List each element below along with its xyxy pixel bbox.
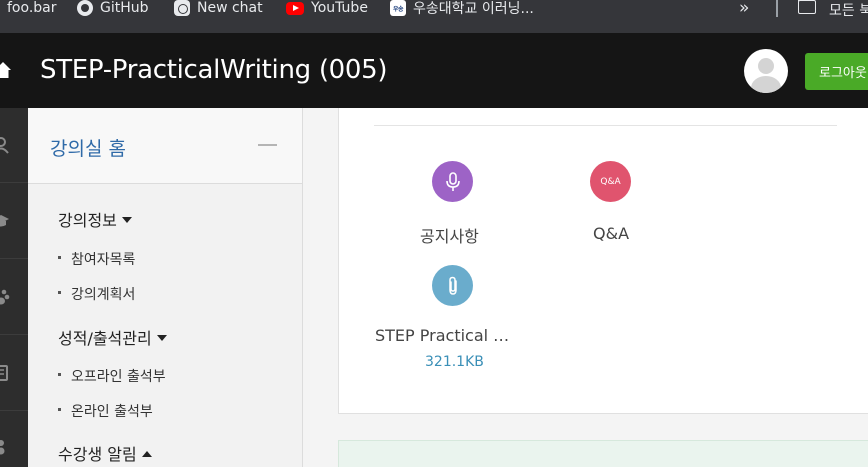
bullet-icon [58, 255, 61, 259]
course-home-link[interactable]: 강의실 홈 [50, 134, 126, 161]
section-grades-attendance[interactable]: 성적/출석관리 [58, 325, 167, 349]
caret-down-icon [156, 334, 167, 341]
sidebar-item-offline-attendance[interactable]: 오프라인 출석부 [58, 366, 166, 386]
site-header: STEP-PracticalWriting (005) 로그아웃 [0, 33, 868, 108]
bookmark-label: GitHub [100, 0, 149, 16]
all-bookmarks-button[interactable]: 모든 북 [829, 0, 868, 20]
file-label[interactable]: STEP Practical … [375, 326, 509, 345]
page-title: STEP-PracticalWriting (005) [40, 55, 388, 85]
avatar[interactable] [744, 49, 788, 93]
bullet-icon [58, 407, 61, 411]
rail-item-community[interactable] [0, 260, 28, 335]
sidebar-item-online-attendance[interactable]: 온라인 출석부 [58, 401, 153, 421]
announcements-label[interactable]: 공지사항 [420, 223, 479, 247]
sidebar-header: 강의실 홈 [28, 108, 302, 184]
bookmark-woosong[interactable]: 우송 우송대학교 이러닝... [390, 0, 534, 17]
next-section-panel [338, 440, 868, 467]
qa-label[interactable]: Q&A [593, 224, 629, 243]
bookmark-youtube[interactable]: YouTube [286, 0, 368, 16]
woosong-icon: 우송 [390, 0, 406, 16]
section-course-info[interactable]: 강의정보 [58, 207, 132, 231]
people-icon [0, 440, 5, 455]
section-title: 수강생 알림 [58, 445, 137, 464]
paperclip-icon [448, 276, 457, 295]
bookmark-label: foo.bar [7, 0, 57, 16]
sidebar-item-syllabus[interactable]: 강의계획서 [58, 284, 135, 304]
rail-item-profile[interactable] [0, 108, 28, 183]
bookmark-label: YouTube [311, 0, 368, 16]
icon-rail [0, 108, 28, 467]
course-modules-card: 공지사항 Q&A Q&A STEP Practical … 321.1KB [338, 108, 868, 414]
openai-icon [174, 0, 190, 16]
course-sidebar: 강의실 홈 강의정보 참여자목록 강의계획서 성적/출석관리 오프라인 출석부 … [28, 108, 303, 467]
sidebar-item-participants[interactable]: 참여자목록 [58, 249, 135, 269]
folder-icon [797, 0, 816, 14]
youtube-icon [286, 1, 304, 15]
section-title: 강의정보 [58, 211, 117, 230]
section-title: 성적/출석관리 [58, 329, 152, 348]
qa-module[interactable]: Q&A [590, 161, 631, 202]
logout-button[interactable]: 로그아웃 [805, 53, 868, 90]
collapse-icon[interactable] [258, 144, 277, 146]
bookmarks-overflow-button[interactable]: » [739, 0, 749, 18]
sidebar-item-label: 참여자목록 [71, 252, 136, 268]
microphone-icon [445, 171, 460, 191]
bookmark-github[interactable]: GitHub [77, 0, 149, 16]
caret-up-icon [141, 450, 152, 457]
user-icon [0, 137, 9, 154]
bookmark-new-chat[interactable]: New chat [174, 0, 263, 16]
sidebar-item-label: 온라인 출석부 [71, 404, 153, 420]
bullet-icon [58, 290, 61, 294]
main-content: 공지사항 Q&A Q&A STEP Practical … 321.1KB [303, 108, 868, 467]
bookmark-label: New chat [197, 0, 263, 16]
caret-down-icon [121, 216, 132, 223]
github-icon [77, 0, 93, 16]
file-size: 321.1KB [425, 354, 484, 370]
file-module[interactable] [432, 265, 473, 306]
qa-icon: Q&A [600, 176, 621, 187]
rail-item-notes[interactable] [0, 336, 28, 411]
sidebar-item-label: 강의계획서 [71, 287, 136, 303]
bookmark-label: 우송대학교 이러닝... [413, 1, 534, 17]
section-student-notices[interactable]: 수강생 알림 [58, 441, 152, 465]
paw-icon [0, 289, 10, 305]
bullet-icon [58, 372, 61, 376]
bookmarks-divider [776, 0, 778, 17]
divider [374, 125, 837, 126]
bookmark-foobar[interactable]: foo.bar [7, 0, 57, 16]
announcements-module[interactable] [432, 161, 473, 202]
home-icon[interactable] [0, 61, 12, 79]
sidebar-item-label: 오프라인 출석부 [71, 369, 166, 385]
rail-item-courses[interactable] [0, 184, 28, 259]
rail-item-members[interactable] [0, 412, 28, 467]
graduation-cap-icon [0, 215, 9, 227]
bookmarks-bar: foo.bar GitHub New chat YouTube 우송 우송대학교… [0, 0, 868, 33]
notebook-icon [0, 365, 8, 381]
